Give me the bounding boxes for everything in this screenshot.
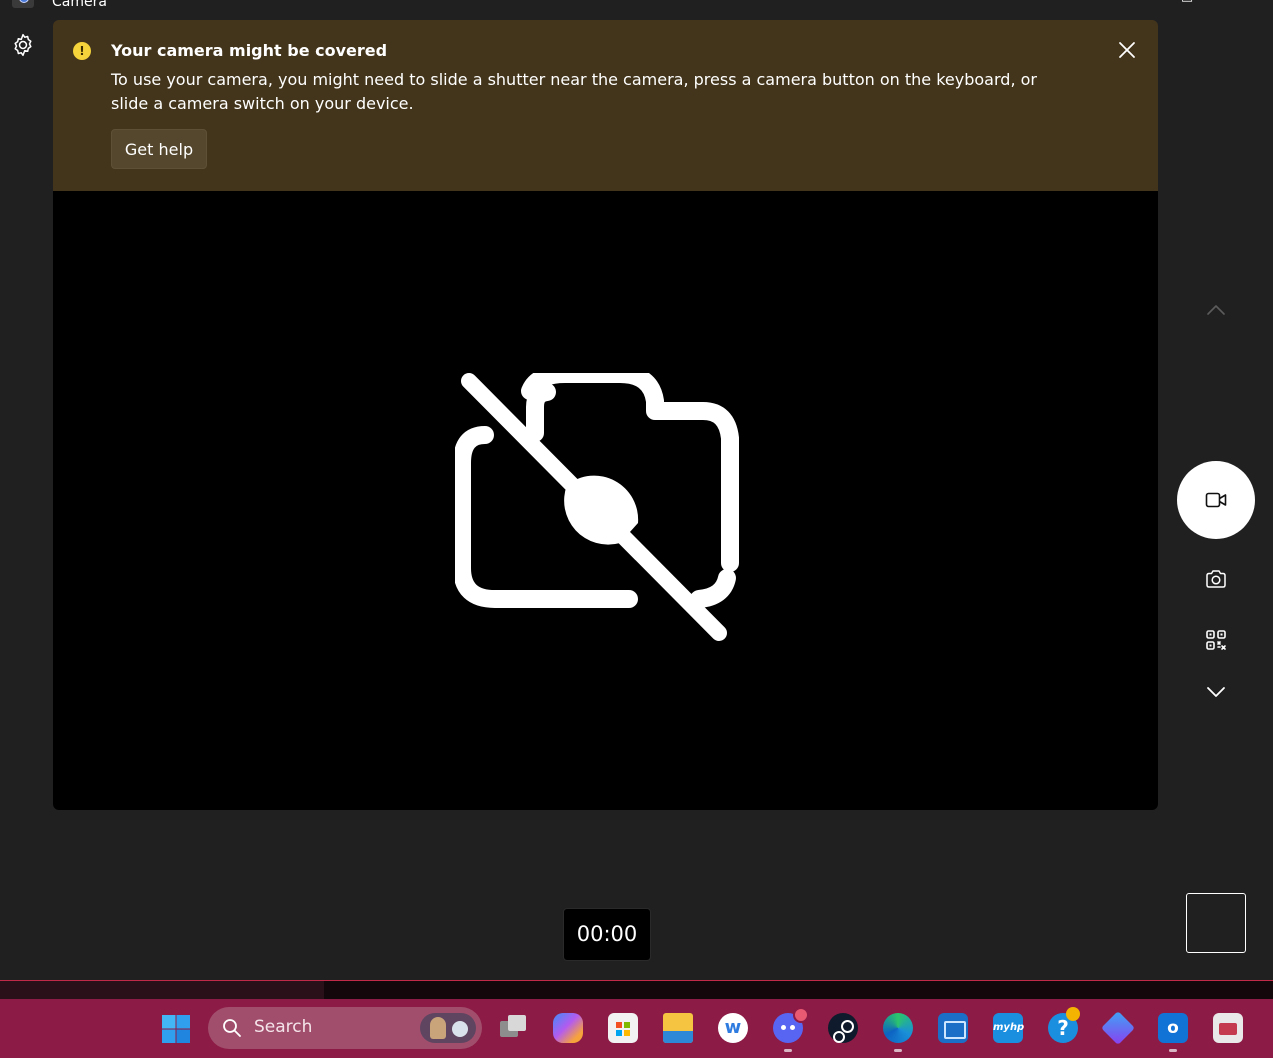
- minimize-icon[interactable]: —: [1120, 0, 1140, 8]
- w-app-icon[interactable]: w: [718, 1013, 748, 1043]
- banner-title: Your camera might be covered: [111, 41, 388, 60]
- get-help-button[interactable]: Get help: [111, 129, 207, 169]
- settings-button[interactable]: [10, 32, 36, 58]
- running-indicator: [784, 1049, 792, 1052]
- banner-message: To use your camera, you might need to sl…: [111, 70, 1037, 113]
- microsoft-store-icon[interactable]: [608, 1013, 638, 1043]
- gear-icon: [14, 33, 32, 57]
- mode-up-button[interactable]: [1204, 302, 1228, 318]
- copilot-icon[interactable]: [553, 1013, 583, 1043]
- bing-icon[interactable]: [1101, 1011, 1135, 1045]
- search-icon: [223, 1019, 241, 1037]
- video-camera-icon: [1205, 492, 1227, 508]
- desktop-background-dark: [324, 981, 1273, 999]
- taskbar-search-box[interactable]: Search: [208, 1007, 482, 1049]
- search-highlight-image: [420, 1013, 476, 1043]
- camera-app-icon: [12, 0, 34, 8]
- running-indicator: [894, 1049, 902, 1052]
- chevron-up-icon: [1207, 305, 1225, 315]
- windows-app-icon[interactable]: [938, 1013, 968, 1043]
- taskbar: Search w myhp ? o: [0, 999, 1273, 1058]
- task-view-button[interactable]: [498, 1013, 528, 1043]
- maximize-icon[interactable]: □: [1177, 0, 1197, 8]
- desktop-background: [0, 981, 1273, 999]
- steam-icon[interactable]: [828, 1013, 858, 1043]
- photo-mode-button[interactable]: [1204, 567, 1228, 591]
- search-placeholder: Search: [254, 1017, 313, 1037]
- myhp-icon[interactable]: myhp: [993, 1013, 1024, 1043]
- banner-close-button[interactable]: [1115, 38, 1139, 62]
- camera-off-icon: [455, 373, 739, 641]
- start-button[interactable]: [161, 1014, 191, 1044]
- discord-icon[interactable]: [773, 1007, 809, 1043]
- windows-logo-icon: [162, 1015, 190, 1043]
- window-title: Camera: [52, 0, 107, 10]
- close-window-icon[interactable]: ✕: [1234, 0, 1254, 8]
- title-bar: Camera — □ ✕: [0, 0, 1273, 12]
- recording-timer: 00:00: [563, 908, 651, 961]
- get-help-app-icon[interactable]: ?: [1048, 1007, 1080, 1043]
- camera-covered-banner: Your camera might be covered To use your…: [53, 20, 1158, 191]
- record-video-button[interactable]: [1177, 461, 1255, 539]
- close-icon: [1119, 42, 1135, 58]
- outlook-icon[interactable]: o: [1158, 1013, 1188, 1043]
- edge-icon[interactable]: [883, 1013, 913, 1043]
- last-capture-thumbnail[interactable]: [1186, 893, 1246, 953]
- mode-down-button[interactable]: [1204, 684, 1228, 700]
- file-explorer-icon[interactable]: [663, 1013, 693, 1043]
- camera-viewfinder: [53, 191, 1158, 810]
- running-indicator: [1169, 1049, 1177, 1052]
- photos-app-icon[interactable]: [1213, 1013, 1243, 1043]
- chevron-down-icon: [1207, 687, 1225, 697]
- warning-icon: [73, 42, 91, 60]
- qr-code-icon: [1206, 630, 1226, 650]
- qr-scan-button[interactable]: [1204, 628, 1228, 652]
- camera-icon: [1206, 570, 1226, 588]
